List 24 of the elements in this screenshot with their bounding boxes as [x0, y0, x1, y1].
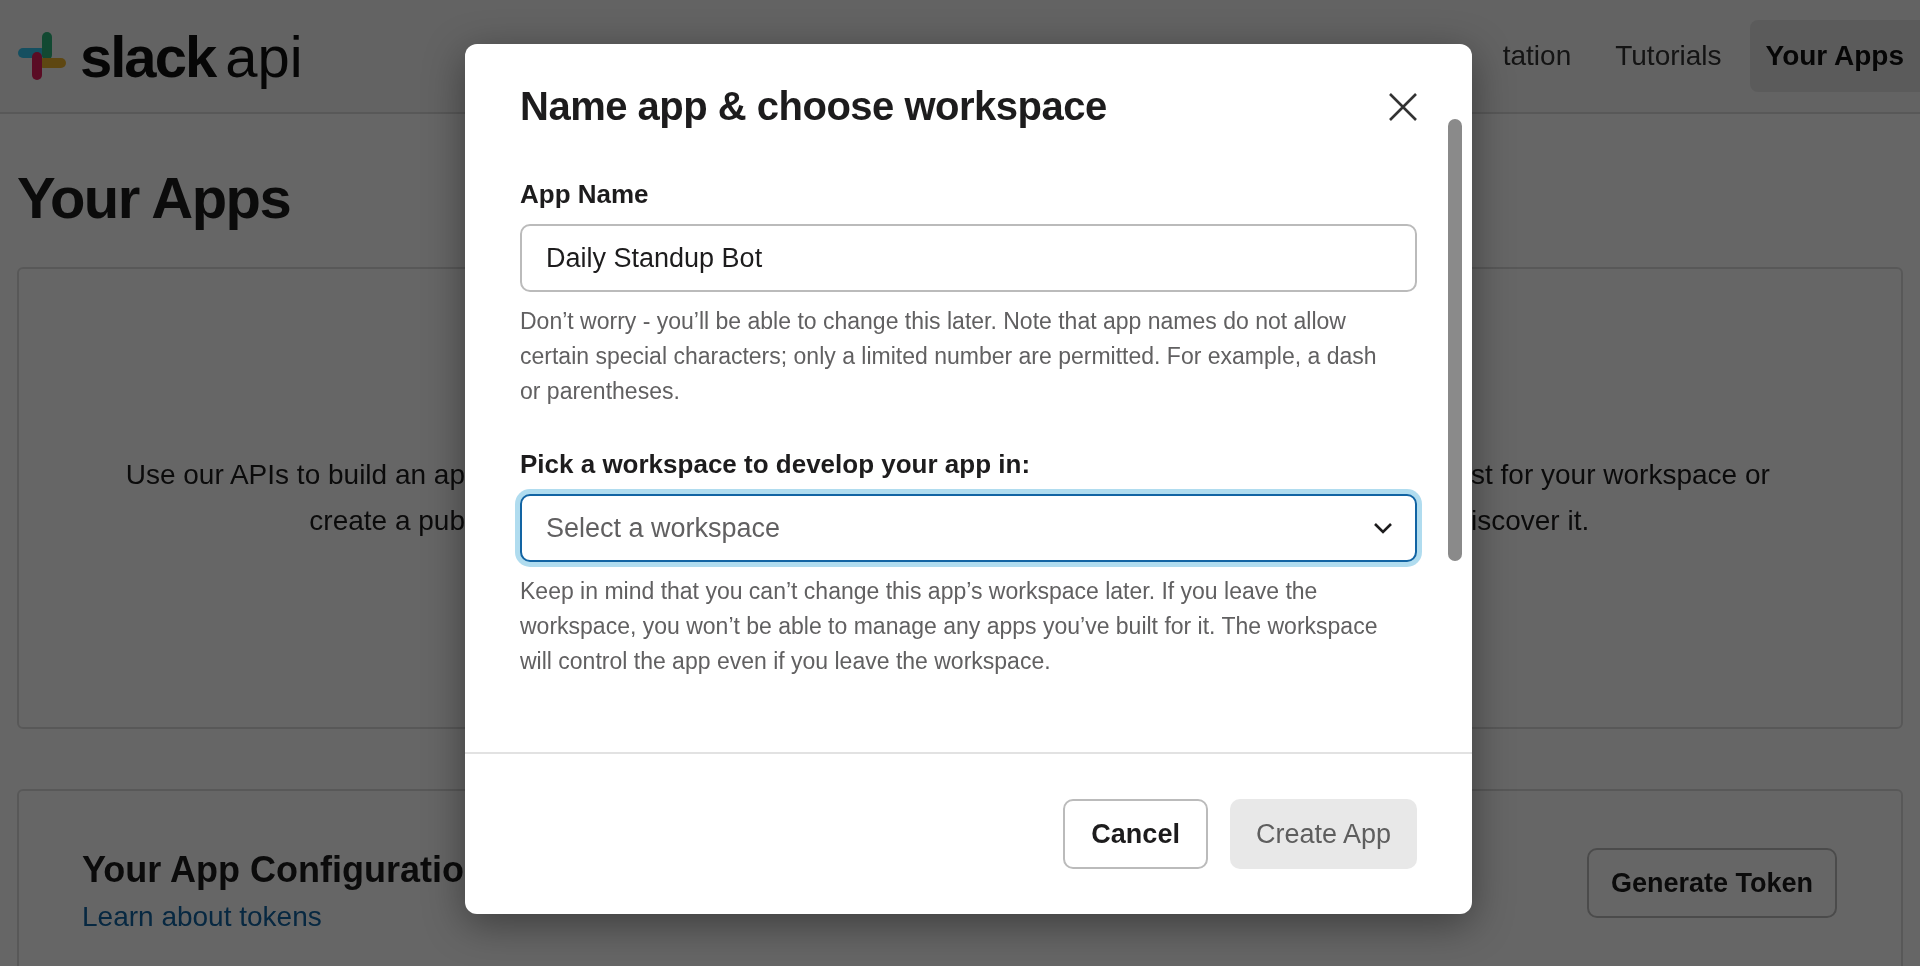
help-text: Don’t worry - you’ll be able to change this later. Note that app names do not allow certain special characters; only a limited number are permitted. For example, a dash or parentheses. — [520, 307, 1378, 406]
intro-text: create a pub — [309, 504, 465, 538]
close-icon — [1388, 91, 1418, 122]
intro-text: Use our APIs to build an ap — [125, 458, 465, 492]
scrollbar-thumb[interactable] — [1448, 119, 1462, 561]
dialog-title: Name app & choose workspace — [520, 84, 1107, 129]
logo-suffix: api — [225, 22, 303, 90]
app-name-field[interactable]: Daily Standup Bot — [520, 224, 1417, 292]
workspace-select[interactable]: Select a workspace — [520, 494, 1417, 562]
nav-link[interactable]: Your Apps — [1749, 20, 1920, 92]
help-text: Keep in mind that you can’t change this app’s workspace later. If you leave the workspace, you won’t be able to manage any apps you’ve built for it. The workspace will control the app even if you leave the workspace. — [520, 577, 1379, 676]
tokens-link[interactable]: Learn about tokens — [82, 901, 464, 933]
intro-text: iscover it. — [1471, 504, 1590, 538]
field-label: Pick a workspace to develop your app in: — [520, 449, 1032, 480]
nav-link[interactable]: Tutorials — [1599, 20, 1738, 92]
field-label: App Name — [520, 179, 650, 210]
chevron-down-icon — [1373, 522, 1393, 534]
intro-text: st for your workspace or — [1471, 458, 1770, 492]
page-title: Your Apps — [17, 164, 291, 231]
generate-token-button[interactable]: Generate Token — [1586, 848, 1837, 918]
logo-wordmark: slack — [80, 22, 216, 90]
nav-link[interactable]: tation — [1486, 20, 1588, 92]
section-title: Your App Configuratio — [82, 849, 464, 891]
cancel-button[interactable]: Cancel — [1063, 799, 1208, 869]
